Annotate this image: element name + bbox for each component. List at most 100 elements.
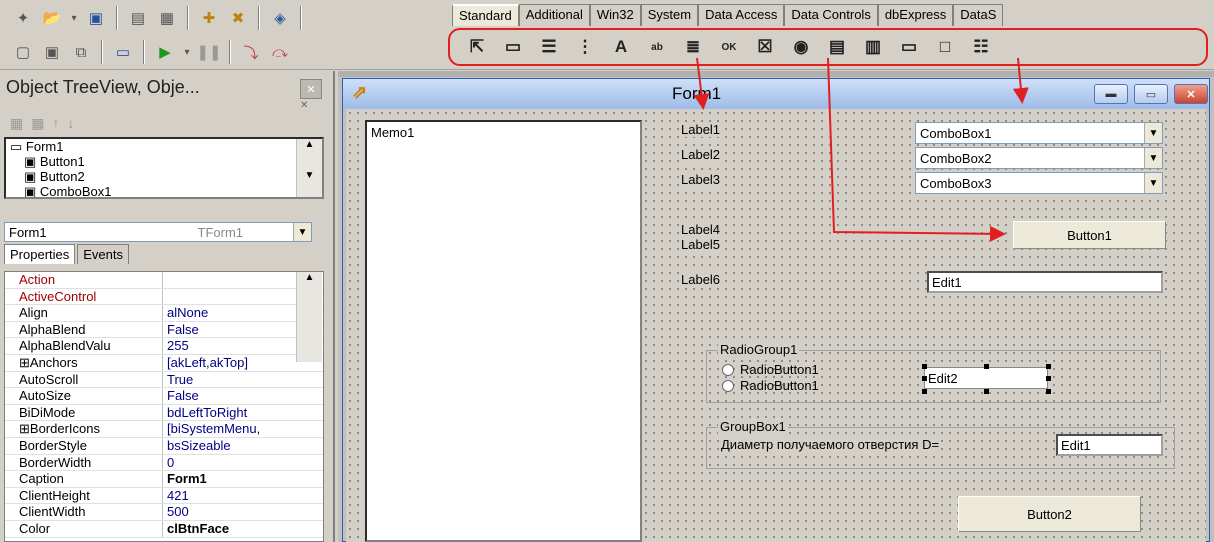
combobox2[interactable]: ComboBox2 ▼ — [915, 147, 1163, 169]
property-value[interactable]: 500 — [163, 504, 323, 520]
frame-icon[interactable]: ▭ — [496, 33, 530, 61]
button-icon[interactable]: OK — [712, 33, 746, 61]
object-selector[interactable]: Form1 TForm1 ▼ — [4, 222, 312, 242]
save-icon[interactable]: ▣ — [83, 6, 109, 30]
scrollbar-icon[interactable]: ▭ — [892, 33, 926, 61]
property-row[interactable]: AutoSize False — [5, 388, 323, 405]
small-close-icon[interactable]: ✕ — [300, 100, 308, 111]
view-form-icon[interactable]: ▣ — [39, 40, 65, 64]
property-value[interactable]: bdLeftToRight — [163, 405, 323, 421]
chevron-down-icon[interactable]: ▼ — [1144, 123, 1162, 143]
open-icon[interactable]: 📂 — [39, 6, 65, 30]
selection-handle[interactable] — [984, 389, 989, 394]
tab-dbexpress[interactable]: dbExpress — [877, 4, 954, 26]
memo1[interactable]: Memo1 — [365, 120, 642, 542]
property-row[interactable]: ClientWidth 500 — [5, 504, 323, 521]
dropdown-arrow-icon[interactable]: ▾ — [68, 6, 80, 30]
listbox-icon[interactable]: ▤ — [820, 33, 854, 61]
close-icon[interactable]: ✕ — [300, 79, 322, 99]
property-row[interactable]: ⊞BorderIcons [biSystemMenu, — [5, 421, 323, 438]
property-value[interactable]: [biSystemMenu, — [163, 421, 323, 437]
property-row[interactable]: Caption Form1 — [5, 471, 323, 488]
groupbox-edit[interactable]: Edit1 — [1056, 434, 1163, 456]
step-over-icon[interactable]: ⤼ — [267, 40, 293, 64]
property-row[interactable]: BorderStyle bsSizeable — [5, 437, 323, 455]
radiobutton1[interactable]: RadioButton1 — [722, 362, 819, 377]
move-up-icon[interactable]: ↑ — [52, 115, 59, 132]
selection-handle[interactable] — [922, 389, 927, 394]
edit-icon[interactable]: ab — [640, 33, 674, 61]
selection-handle[interactable] — [1046, 364, 1051, 369]
property-value[interactable]: False — [163, 388, 323, 404]
save-all-icon[interactable]: ▤ — [125, 6, 151, 30]
tree-item-button2[interactable]: ▣ Button2 — [6, 169, 322, 184]
tab-additional[interactable]: Additional — [518, 4, 590, 26]
pause-icon[interactable]: ❚❚ — [196, 40, 222, 64]
add-file-icon[interactable]: ✚ — [196, 6, 222, 30]
form-titlebar[interactable] — [343, 79, 1209, 109]
edit2[interactable]: Edit2 — [924, 367, 1048, 389]
selection-handle[interactable] — [922, 364, 927, 369]
property-row[interactable]: ClientHeight 421 — [5, 487, 323, 505]
button1[interactable]: Button1 — [1013, 221, 1166, 249]
tree-item-combobox1[interactable]: ▣ ComboBox1 — [6, 184, 322, 197]
property-value[interactable]: 421 — [163, 488, 323, 504]
chevron-down-icon[interactable]: ▼ — [1144, 148, 1162, 168]
dropdown-arrow-icon[interactable]: ▾ — [181, 40, 193, 64]
tree-item-form1[interactable]: ▭ Form1 — [6, 139, 322, 154]
tab-standard[interactable]: Standard — [452, 4, 519, 26]
property-row[interactable]: Action — [5, 272, 323, 289]
memo-icon[interactable]: ≣ — [676, 33, 710, 61]
open-project-icon[interactable]: ▦ — [154, 6, 180, 30]
property-row[interactable]: AlphaBlend False — [5, 321, 323, 339]
chevron-down-icon[interactable]: ▼ — [293, 223, 311, 241]
property-value[interactable]: clBtnFace — [163, 521, 323, 537]
chevron-down-icon[interactable]: ▼ — [297, 170, 322, 181]
property-value[interactable]: Form1 — [163, 471, 323, 487]
property-value[interactable]: True — [163, 372, 323, 388]
property-row[interactable]: AlphaBlendValu 255 — [5, 338, 323, 355]
tab-data-controls[interactable]: Data Controls — [784, 4, 878, 26]
radiogroup-icon[interactable]: ☷ — [964, 33, 998, 61]
toggle-form-unit-icon[interactable]: ⧉ — [68, 40, 94, 64]
chevron-up-icon[interactable]: ▲ — [297, 139, 322, 150]
new-form-icon[interactable]: ▭ — [110, 40, 136, 64]
tab-win32[interactable]: Win32 — [589, 4, 641, 26]
selection-handle[interactable] — [922, 376, 927, 381]
combobox1[interactable]: ComboBox1 ▼ — [915, 122, 1163, 144]
selection-handle[interactable] — [984, 364, 989, 369]
combobox-icon[interactable]: ▥ — [856, 33, 890, 61]
remove-file-icon[interactable]: ✖ — [225, 6, 251, 30]
chevron-up-icon[interactable]: ▲ — [297, 272, 322, 283]
selection-handle[interactable] — [1046, 389, 1051, 394]
property-row[interactable]: BorderWidth 0 — [5, 454, 323, 472]
move-down-icon[interactable]: ↓ — [67, 115, 74, 132]
radiobutton2[interactable]: RadioButton1 — [722, 378, 819, 393]
help-book-icon[interactable]: ◈ — [267, 6, 293, 30]
combobox3[interactable]: ComboBox3 ▼ — [915, 172, 1163, 194]
trace-into-icon[interactable]: ⤵ — [238, 40, 264, 64]
new-icon[interactable]: ✦ — [10, 6, 36, 30]
property-row[interactable]: Align alNone — [5, 305, 323, 322]
radiobutton-icon[interactable]: ◉ — [784, 33, 818, 61]
mainmenu-icon[interactable]: ☰ — [532, 33, 566, 61]
maximize-icon[interactable]: ▭ — [1134, 84, 1168, 104]
tree-scrollbar[interactable]: ▲ ▼ — [296, 139, 322, 197]
view-unit-icon[interactable]: ▢ — [10, 40, 36, 64]
property-row[interactable]: ⊞Anchors [akLeft,akTop] — [5, 354, 323, 372]
property-row[interactable]: Color clBtnFace — [5, 520, 323, 538]
delete-item-icon[interactable]: ▦ — [31, 115, 44, 132]
tab-events[interactable]: Events — [77, 244, 129, 264]
tab-data-access[interactable]: Data Access — [698, 4, 785, 26]
close-icon[interactable]: ✕ — [1174, 84, 1208, 104]
tab-datasnap[interactable]: DataS — [953, 4, 1004, 26]
property-value[interactable]: 0 — [163, 455, 323, 471]
pointer-icon[interactable]: ⇱ — [460, 33, 494, 61]
property-row[interactable]: ActiveControl — [5, 288, 323, 306]
property-row[interactable]: BiDiMode bdLeftToRight — [5, 404, 323, 422]
tab-system[interactable]: System — [640, 4, 699, 26]
edit1[interactable]: Edit1 — [927, 271, 1163, 293]
property-value[interactable]: bsSizeable — [163, 438, 323, 454]
checkbox-icon[interactable]: ☒ — [748, 33, 782, 61]
property-row[interactable]: AutoScroll True — [5, 371, 323, 389]
